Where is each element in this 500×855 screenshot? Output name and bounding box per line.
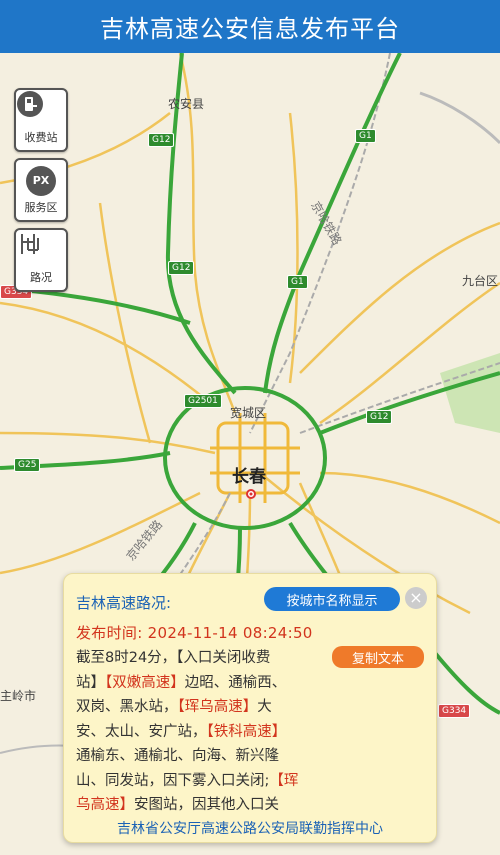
report-line: 双岗、黑水站，【珲乌高速】大 (76, 699, 272, 715)
panel-footer: 吉林省公安厅高速公路公安局联勤指挥中心 (117, 821, 383, 837)
report-line: 安、太山、安广站，【铁科高速】 (76, 723, 287, 740)
publish-time-label: 发布时间: (76, 624, 143, 642)
shield-g1: G1 (287, 275, 308, 289)
shield-g12: G12 (148, 133, 175, 147)
report-line: 通榆东、通榆北、向海、新兴隆 (76, 748, 279, 764)
traffic-report-text: 截至8时24分，【入口关闭收费 站】【双嫩高速】边昭、通榆西、 双岗、黑水站，【… (76, 646, 326, 818)
service-area-icon: PX (26, 165, 56, 196)
app-header: 吉林高速公安信息发布平台 (0, 0, 500, 53)
shield-g334: G334 (438, 704, 471, 718)
shield-g25: G25 (14, 458, 41, 472)
shield-g12: G12 (168, 261, 195, 275)
close-icon[interactable]: × (405, 587, 427, 609)
toll-station-button[interactable]: 收费站 (14, 88, 68, 152)
map-label-kuancheng: 宽城区 (230, 406, 267, 420)
road-condition-label: 路况 (30, 270, 52, 284)
map-label-nongan: 农安县 (168, 97, 205, 111)
shield-g1: G1 (355, 129, 376, 143)
road-condition-icon (21, 234, 56, 266)
map-label-jiutai: 九台区 (462, 274, 499, 288)
shield-g2501: G2501 (184, 394, 222, 408)
toll-station-label: 收费站 (24, 130, 58, 144)
publish-time-value: 2024-11-14 08:24:50 (147, 624, 313, 642)
service-area-button[interactable]: PX 服务区 (14, 158, 68, 222)
road-condition-button[interactable]: 路况 (14, 228, 68, 292)
show-by-city-button[interactable]: 按城市名称显示 (264, 587, 400, 611)
copy-text-button[interactable]: 复制文本 (332, 646, 424, 668)
report-line: 截至8时24分，【入口关闭收费 (76, 650, 271, 666)
page-title: 吉林高速公安信息发布平台 (100, 15, 400, 43)
traffic-info-panel: 吉林高速路况: 按城市名称显示 × 发布时间: 2024-11-14 08:24… (63, 573, 437, 843)
map-label-changchun: 长春 (232, 467, 266, 487)
service-area-label: 服务区 (24, 200, 58, 214)
shield-g12: G12 (366, 410, 393, 424)
publish-time: 发布时间: 2024-11-14 08:24:50 (76, 622, 313, 643)
report-line: 山、同发站，因下雾入口关闭;【珲 (76, 772, 299, 789)
report-line: 乌高速】安图站，因其他入口关 (76, 797, 279, 813)
map-label-zhuling: 主岭市 (0, 689, 37, 703)
report-line: 站】【双嫩高速】边昭、通榆西、 (76, 674, 287, 691)
panel-title: 吉林高速路况: (76, 594, 172, 612)
toll-station-icon (17, 91, 56, 126)
